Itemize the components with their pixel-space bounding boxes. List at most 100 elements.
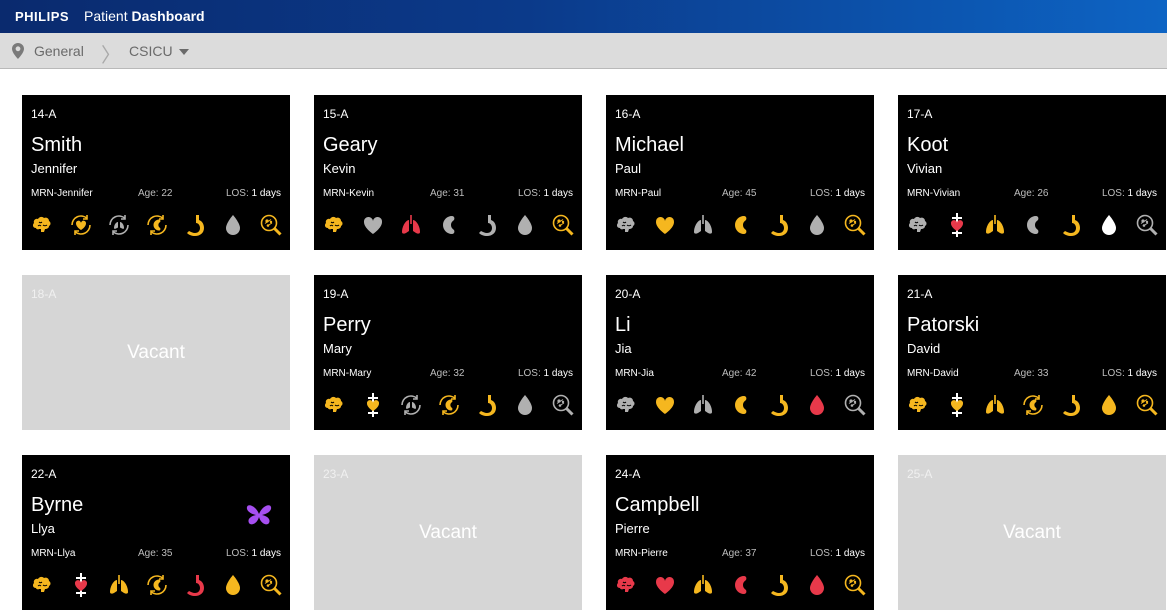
lungs-icon[interactable] <box>104 571 134 599</box>
search-cell-icon[interactable] <box>548 211 578 239</box>
drop-icon[interactable] <box>802 211 832 239</box>
drop-icon[interactable] <box>218 211 248 239</box>
heart-icon[interactable] <box>650 571 680 599</box>
kidney-icon[interactable] <box>726 391 756 419</box>
patient-last-name: Byrne <box>31 494 84 516</box>
patient-card[interactable]: 24-A Campbell Pierre MRN-Pierre Age: 37 LOS: … <box>606 455 874 610</box>
vacant-bed-card[interactable]: 18-A Vacant <box>22 275 290 430</box>
stomach-icon[interactable] <box>472 211 502 239</box>
stomach-icon[interactable] <box>472 391 502 419</box>
heart-icon[interactable] <box>358 211 388 239</box>
heart-icon[interactable] <box>650 391 680 419</box>
patient-card[interactable]: 15-A Geary Kevin MRN-Kevin Age: 31 LOS: 1 day… <box>314 95 582 250</box>
kidney-cycle-icon[interactable] <box>434 391 464 419</box>
patient-card[interactable]: 19-A Perry Mary MRN-Mary Age: 32 LOS: 1 days <box>314 275 582 430</box>
patient-card[interactable]: 20-A Li Jia MRN-Jia Age: 42 LOS: 1 days <box>606 275 874 430</box>
search-cell-icon[interactable] <box>1132 211 1162 239</box>
age-value: 22 <box>161 188 173 199</box>
bed-number: 24-A <box>615 467 641 481</box>
patient-card[interactable]: 14-A Smith Jennifer MRN-Jennifer Age: 22 LOS:… <box>22 95 290 250</box>
patient-mrn: MRN-David <box>907 368 959 379</box>
brain-icon[interactable] <box>612 211 642 239</box>
heart-device-icon[interactable] <box>66 571 96 599</box>
brain-icon[interactable] <box>904 391 934 419</box>
butterfly-flag-icon[interactable] <box>244 500 274 530</box>
app-title: Patient Dashboard <box>84 8 205 24</box>
lungs-icon[interactable] <box>396 211 426 239</box>
patient-age: Age: 37 <box>722 548 756 559</box>
search-cell-icon[interactable] <box>548 391 578 419</box>
breadcrumb-unit[interactable]: CSICU <box>129 43 173 59</box>
age-label: Age: <box>138 548 159 559</box>
stomach-icon[interactable] <box>1056 211 1086 239</box>
brain-icon[interactable] <box>612 571 642 599</box>
age-value: 32 <box>453 368 465 379</box>
los-value: 1 days <box>543 188 573 199</box>
stomach-icon[interactable] <box>180 571 210 599</box>
patient-first-name: Llya <box>31 521 55 536</box>
brain-icon[interactable] <box>320 211 350 239</box>
patient-last-name: Patorski <box>907 314 980 336</box>
organ-status-icons <box>612 571 870 599</box>
chevron-down-icon[interactable] <box>179 49 189 55</box>
stomach-icon[interactable] <box>764 391 794 419</box>
kidney-icon[interactable] <box>1018 211 1048 239</box>
los-value: 1 days <box>251 188 281 199</box>
stomach-icon[interactable] <box>764 571 794 599</box>
brain-icon[interactable] <box>612 391 642 419</box>
patient-age: Age: 42 <box>722 368 756 379</box>
age-label: Age: <box>722 368 743 379</box>
search-cell-icon[interactable] <box>840 211 870 239</box>
kidney-cycle-icon[interactable] <box>142 211 172 239</box>
los-label: LOS: <box>517 368 541 379</box>
heart-device-icon[interactable] <box>358 391 388 419</box>
kidney-icon[interactable] <box>434 211 464 239</box>
lungs-icon[interactable] <box>688 211 718 239</box>
patient-card[interactable]: 22-A Byrne Llya MRN-Llya Age: 35 LOS: 1 days <box>22 455 290 610</box>
search-cell-icon[interactable] <box>840 571 870 599</box>
drop-icon[interactable] <box>802 571 832 599</box>
stomach-icon[interactable] <box>764 211 794 239</box>
lungs-icon[interactable] <box>980 391 1010 419</box>
lungs-icon[interactable] <box>688 571 718 599</box>
kidney-icon[interactable] <box>726 211 756 239</box>
heart-icon[interactable] <box>650 211 680 239</box>
brain-icon[interactable] <box>320 391 350 419</box>
patient-card[interactable]: 21-A Patorski David MRN-David Age: 33 LOS: 1 … <box>898 275 1166 430</box>
age-label: Age: <box>430 188 451 199</box>
lungs-cycle-icon[interactable] <box>104 211 134 239</box>
drop-icon[interactable] <box>1094 391 1124 419</box>
stomach-icon[interactable] <box>1056 391 1086 419</box>
brain-icon[interactable] <box>904 211 934 239</box>
heart-device-icon[interactable] <box>942 211 972 239</box>
drop-icon[interactable] <box>218 571 248 599</box>
search-cell-icon[interactable] <box>256 211 286 239</box>
lungs-icon[interactable] <box>980 211 1010 239</box>
patient-first-name: Jennifer <box>31 161 78 176</box>
lungs-icon[interactable] <box>688 391 718 419</box>
search-cell-icon[interactable] <box>1132 391 1162 419</box>
vacant-bed-card[interactable]: 25-A Vacant <box>898 455 1166 610</box>
kidney-cycle-icon[interactable] <box>142 571 172 599</box>
patient-card[interactable]: 16-A Michael Paul MRN-Paul Age: 45 LOS: 1 day… <box>606 95 874 250</box>
heart-device-icon[interactable] <box>942 391 972 419</box>
drop-icon[interactable] <box>510 391 540 419</box>
patient-last-name: Koot <box>907 134 949 156</box>
search-cell-icon[interactable] <box>840 391 870 419</box>
drop-icon[interactable] <box>510 211 540 239</box>
kidney-cycle-icon[interactable] <box>1018 391 1048 419</box>
kidney-icon[interactable] <box>726 571 756 599</box>
brain-icon[interactable] <box>28 571 58 599</box>
heart-cycle-icon[interactable] <box>66 211 96 239</box>
los-label: LOS: <box>1101 188 1125 199</box>
vacant-bed-card[interactable]: 23-A Vacant <box>314 455 582 610</box>
lungs-cycle-icon[interactable] <box>396 391 426 419</box>
breadcrumb-location[interactable]: General <box>34 43 84 59</box>
search-cell-icon[interactable] <box>256 571 286 599</box>
patient-card[interactable]: 17-A Koot Vivian MRN-Vivian Age: 26 LOS: 1 da… <box>898 95 1166 250</box>
drop-icon[interactable] <box>1094 211 1124 239</box>
brain-icon[interactable] <box>28 211 58 239</box>
stomach-icon[interactable] <box>180 211 210 239</box>
patient-mrn: MRN-Vivian <box>907 188 961 199</box>
drop-icon[interactable] <box>802 391 832 419</box>
